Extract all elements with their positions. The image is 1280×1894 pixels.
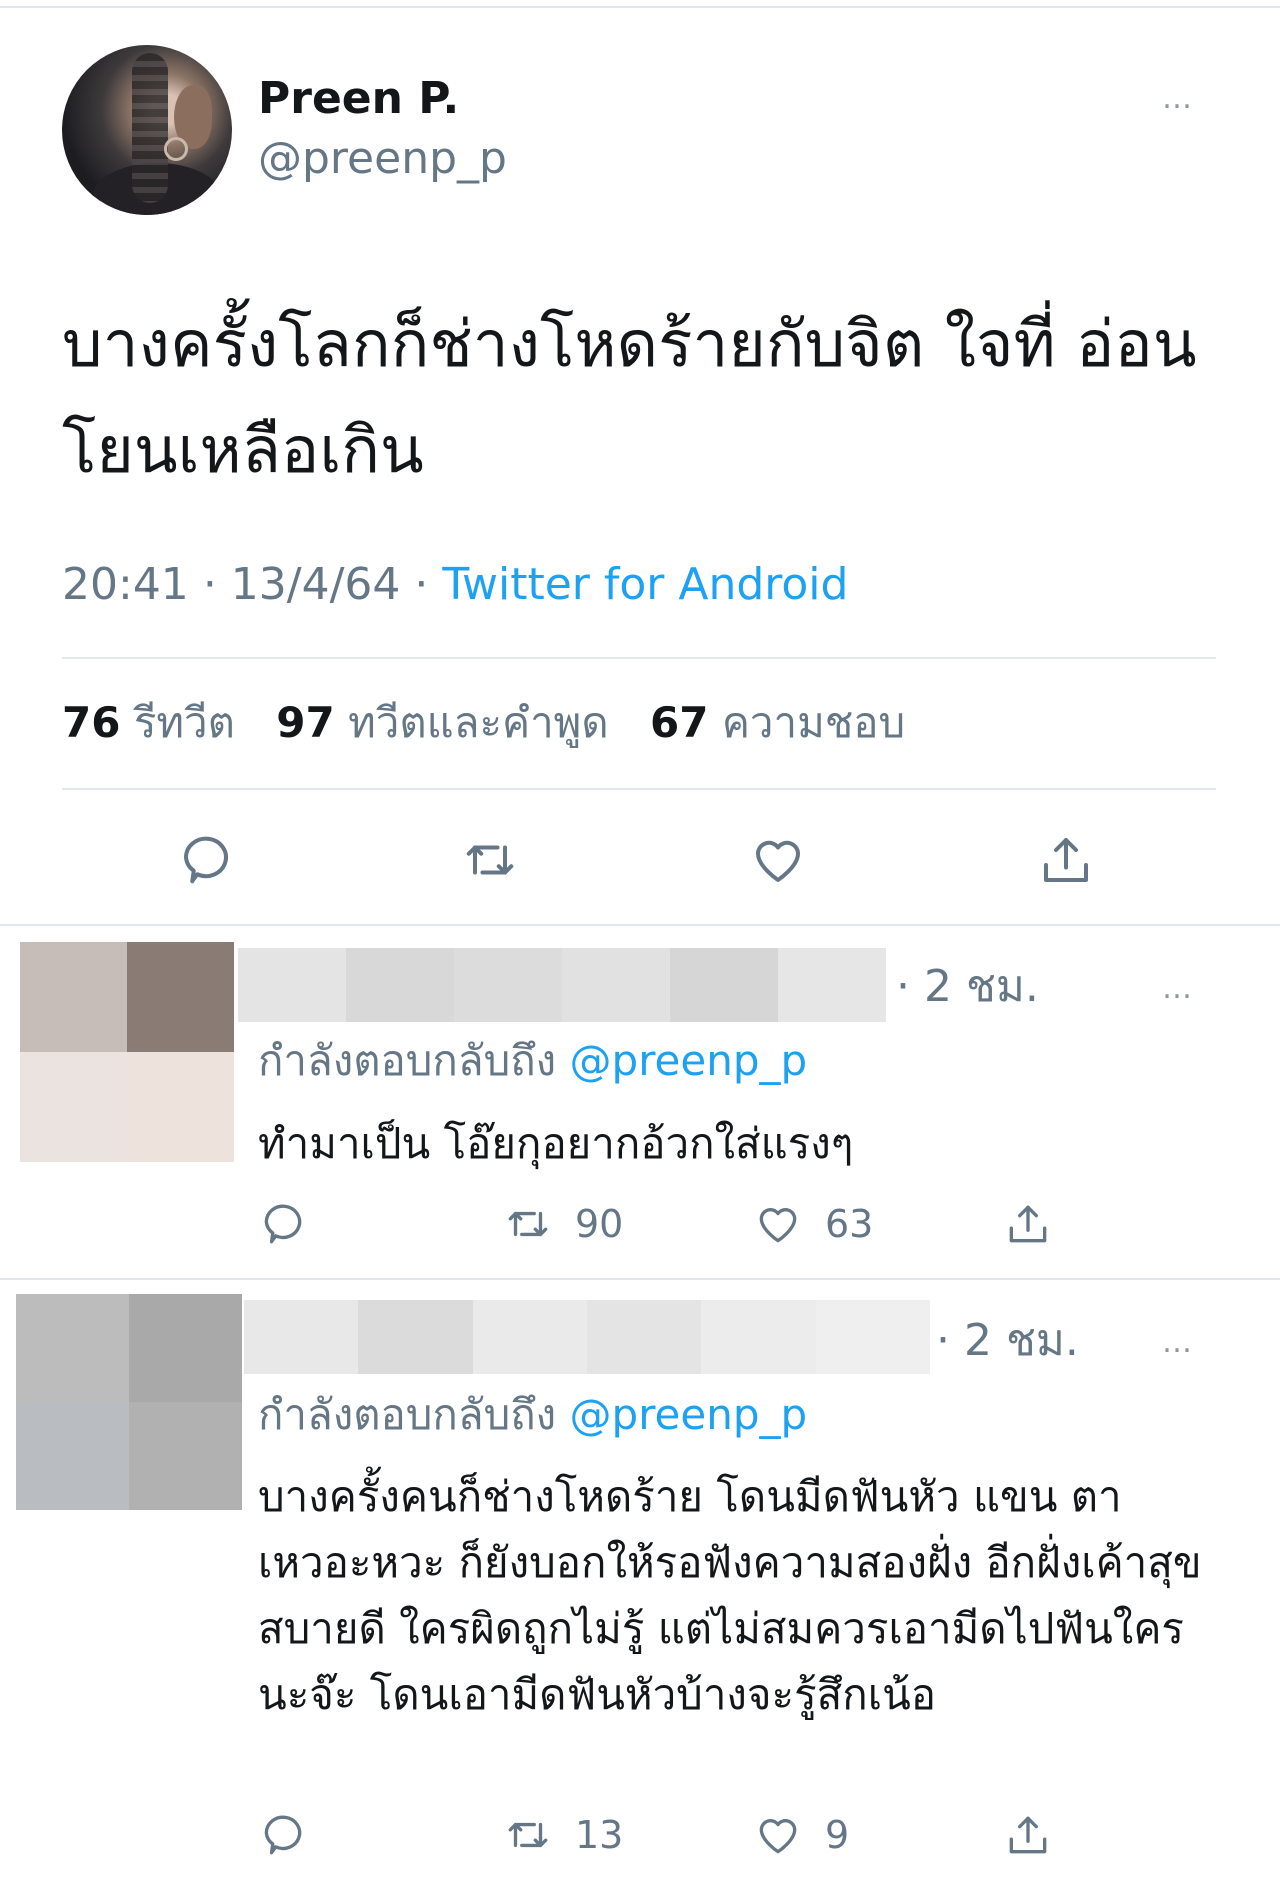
divider: [0, 1278, 1280, 1280]
retweet-count[interactable]: 76: [62, 698, 120, 747]
reply-avatar[interactable]: [20, 942, 234, 1162]
divider: [0, 924, 1280, 926]
author-display-name[interactable]: Preen P.: [258, 74, 459, 124]
reply-author-name[interactable]: [238, 948, 886, 1022]
reply-retweet-count: 90: [575, 1202, 624, 1246]
reply-retweet-button[interactable]: 13: [503, 1810, 623, 1860]
replying-to: กำลังตอบกลับถึง @preenp_p: [258, 1036, 807, 1086]
quote-label[interactable]: ทวีตและคำพูด: [348, 698, 609, 747]
replying-to-handle[interactable]: @preenp_p: [570, 1036, 808, 1085]
replying-label: กำลังตอบกลับถึง: [258, 1390, 557, 1439]
reply-icon: [264, 1815, 302, 1855]
reply-reply-button[interactable]: [258, 1199, 308, 1249]
reply-share-button[interactable]: [1003, 1810, 1053, 1860]
replying-label: กำลังตอบกลับถึง: [258, 1036, 557, 1085]
reply-reply-button[interactable]: [258, 1810, 308, 1860]
reply-like-count: 63: [825, 1202, 874, 1246]
tweet-source-link[interactable]: Twitter for Android: [442, 559, 848, 610]
reply-author-name[interactable]: [244, 1300, 930, 1374]
like-icon: [759, 1819, 797, 1854]
reply-like-button[interactable]: 9: [753, 1810, 849, 1860]
reply-timestamp[interactable]: · 2 ชม.: [936, 1316, 1079, 1366]
reply-share-button[interactable]: [1003, 1199, 1053, 1249]
quote-count[interactable]: 97: [276, 698, 334, 747]
more-options-icon[interactable]: …: [1162, 84, 1193, 114]
reply-retweet-count: 13: [575, 1813, 624, 1857]
retweet-icon: [508, 1211, 548, 1237]
tweet-meta: 20:41 · 13/4/64 · Twitter for Android: [62, 559, 849, 610]
retweet-icon[interactable]: [460, 830, 520, 890]
share-icon: [1009, 1205, 1047, 1243]
reply-icon[interactable]: [176, 830, 236, 890]
more-options-icon[interactable]: …: [1162, 1328, 1193, 1358]
tweet-date: 13/4/64: [230, 559, 401, 610]
replying-to: กำลังตอบกลับถึง @preenp_p: [258, 1390, 807, 1440]
retweet-icon: [508, 1822, 548, 1848]
like-label[interactable]: ความชอบ: [722, 698, 905, 747]
tweet-text: บางครั้งโลกก็ช่างโหดร้ายกับจิต ใจที่ อ่อ…: [62, 308, 1197, 488]
tweet-time: 20:41: [62, 559, 189, 610]
reply-avatar[interactable]: [16, 1294, 242, 1510]
reply-timestamp[interactable]: · 2 ชม.: [896, 962, 1039, 1012]
retweet-label[interactable]: รีทวีต: [134, 698, 235, 747]
reply-like-button[interactable]: 63: [753, 1199, 873, 1249]
share-icon: [1009, 1816, 1047, 1854]
author-handle[interactable]: @preenp_p: [258, 134, 507, 184]
top-divider: [0, 6, 1280, 8]
divider: [62, 657, 1216, 659]
like-icon[interactable]: [748, 830, 808, 890]
reply-text: บางครั้งคนก็ช่างโหดร้าย โดนมีดฟันหัว แขน…: [258, 1472, 1202, 1719]
reply-retweet-button[interactable]: 90: [503, 1199, 623, 1249]
replying-to-handle[interactable]: @preenp_p: [570, 1390, 808, 1439]
like-count[interactable]: 67: [650, 698, 708, 747]
tweet-stats: 76 รีทวีต 97 ทวีตและคำพูด 67 ความชอบ: [62, 698, 933, 748]
like-icon: [759, 1208, 797, 1243]
divider: [62, 788, 1216, 790]
more-options-icon[interactable]: …: [1162, 974, 1193, 1004]
share-icon[interactable]: [1036, 830, 1096, 890]
author-avatar[interactable]: [62, 45, 232, 215]
reply-icon: [264, 1204, 302, 1244]
reply-like-count: 9: [825, 1813, 850, 1857]
reply-text: ทำมาเป็น โอ๊ยกุอยากอ้วกใส่แรงๆ: [258, 1119, 854, 1168]
